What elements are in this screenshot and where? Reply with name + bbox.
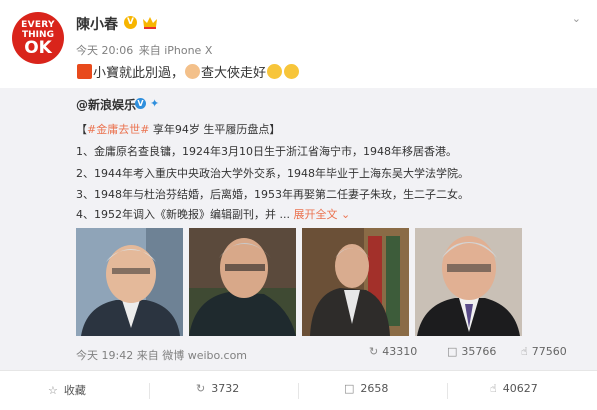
repost-action-count: 3732 [211,382,240,395]
repost-time: 今天 19:42 [76,349,134,362]
favorite-label: 收藏 [63,384,86,397]
crying-emoji-icon [267,64,283,79]
comment-icon: □ [344,382,355,395]
action-bar: ☆ 收藏 ↻ 3732 □ 2658 ☝ 40627 [0,370,597,410]
repost-count: 43310 [382,345,418,358]
post-meta: 今天 20:06 来自 iPhone X [76,42,214,58]
like-action-count: 40627 [502,382,538,395]
avatar-text: OK [24,38,52,58]
verified-badge-icon: V [124,16,137,29]
photo-thumbnail[interactable] [76,228,183,336]
headline-rest: 享年94岁 生平履历盘点】 [149,123,281,136]
like-button[interactable]: ☝ 40627 [490,382,538,395]
chevron-down-icon[interactable]: ⌄ [572,12,581,25]
headline-prefix: 【 [76,123,87,136]
repost-card[interactable]: @新浪娱乐 V ✦ 【#金庸去世# 享年94岁 生平履历盘点】 1、金庸原名查良… [0,88,597,370]
like-count-button[interactable]: ☝ 77560 [521,345,567,358]
avatar-text: EVERY [21,20,55,30]
post-time: 今天 20:06 [76,44,134,57]
member-crown-icon [143,17,157,29]
post-source: 来自 iPhone X [138,44,213,57]
repost-headline: 【#金庸去世# 享年94岁 生平履历盘点】 [76,121,280,137]
repost-meta: 今天 19:42 来自 微博 weibo.com [76,347,247,363]
post-text-part: 查大俠走好 [201,66,267,81]
chevron-down-icon[interactable]: ⌄ [341,208,350,221]
repost-source: 来自 微博 weibo.com [136,349,248,362]
repost-button[interactable]: ↻ 3732 [196,382,239,395]
star-icon: ☆ [48,384,58,397]
hashtag-link[interactable]: #金庸去世# [87,123,149,136]
repost-line: 4、1952年调入《新晚报》编辑副刊，并 ... [76,208,290,221]
repost-line: 3、1948年与杜治芬结婚，后离婚，1953年再娶第二任妻子朱玫，生二子二女。 [76,188,469,201]
gift-emoji-icon [77,64,92,79]
comment-action-count: 2658 [360,382,389,395]
repost-icon: ↻ [369,345,379,358]
repost-count-button[interactable]: ↻ 43310 [369,345,417,358]
pray-emoji-icon [185,64,201,79]
crying-emoji-icon [284,64,300,79]
divider [447,383,448,399]
avatar[interactable]: EVERY THING OK [12,12,64,64]
comment-button[interactable]: □ 2658 [344,382,388,395]
verified-badge-icon: V [135,98,146,109]
like-count: 77560 [531,345,567,358]
comment-count-button[interactable]: □ 35766 [447,345,496,358]
photo-thumbnail[interactable] [415,228,522,336]
photo-thumbnail[interactable] [302,228,409,336]
repost-icon: ↻ [196,382,206,395]
post-text: 小寶就此別過， 查大俠走好 [76,62,300,81]
repost-line: 2、1944年考入重庆中央政治大学外交系，1948年毕业于上海东吴大学法学院。 [76,167,469,180]
repost-author[interactable]: @新浪娱乐 [76,96,136,113]
photo-thumbnail[interactable] [189,228,296,336]
thumbs-up-icon: ☝ [490,382,497,395]
repost-line: 1、金庸原名查良镛，1924年3月10日生于浙江省海宁市，1948年移居香港。 [76,145,457,158]
badge-icon: ✦ [150,97,160,110]
divider [149,383,150,399]
post-text-part: 小寶就此別過， [93,66,185,81]
comment-count: 35766 [461,345,497,358]
comment-icon: □ [447,345,458,358]
favorite-button[interactable]: ☆ 收藏 [48,382,86,398]
repost-line-last: 4、1952年调入《新晚报》编辑副刊，并 ... 展开全文 ⌄ [76,206,350,222]
divider [298,383,299,399]
expand-link[interactable]: 展开全文 [293,208,337,221]
thumbs-up-icon: ☝ [521,345,528,358]
author-name[interactable]: 陳小春 [76,14,118,34]
